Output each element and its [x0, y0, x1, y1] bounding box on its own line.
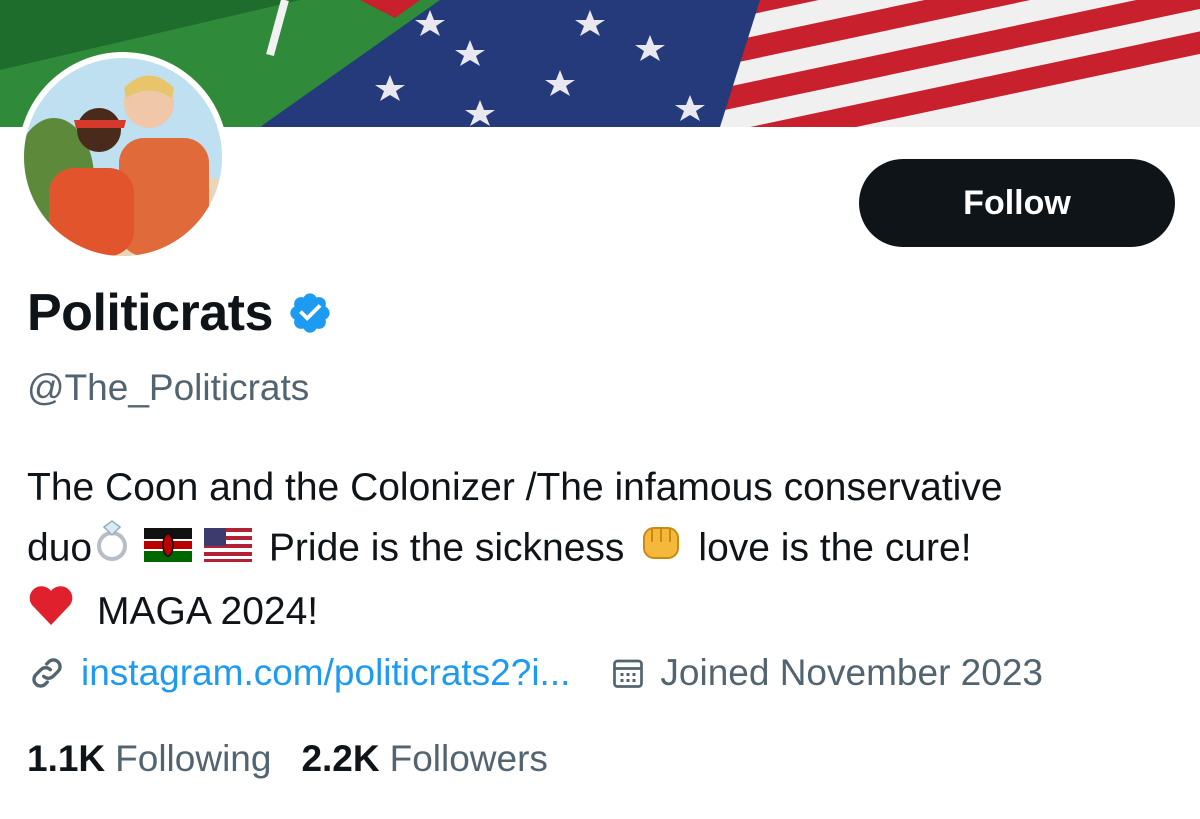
bio-text: Pride is the sickness	[268, 526, 625, 570]
following-label: Following	[115, 738, 272, 779]
website-link[interactable]: instagram.com/politicrats2?i...	[81, 652, 570, 694]
raised-fist-icon	[638, 518, 684, 582]
followers-count: 2.2K	[301, 738, 380, 779]
profile-bio: The Coon and the Colonizer /The infamous…	[27, 458, 1177, 645]
bio-text: love is the cure!	[698, 526, 972, 570]
calendar-icon	[610, 655, 646, 691]
joined-text: Joined November 2023	[660, 652, 1043, 693]
us-flag-icon	[204, 520, 253, 580]
bio-text: The Coon and the Colonizer /The infamous…	[27, 466, 1003, 509]
follow-button[interactable]: Follow	[859, 159, 1175, 247]
following-link[interactable]: 1.1K Following	[27, 738, 271, 780]
bio-line: The Coon and the Colonizer /The infamous…	[27, 458, 1177, 518]
ring-icon	[92, 519, 132, 581]
following-count: 1.1K	[27, 738, 106, 779]
kenya-flag-icon	[144, 520, 193, 580]
bio-text: MAGA 2024!	[97, 590, 319, 633]
profile-handle: @The_Politicrats	[27, 367, 310, 408]
joined-date: Joined November 2023	[610, 652, 1043, 694]
link-icon	[27, 653, 67, 693]
profile-stats-row: 1.1K Following 2.2K Followers	[27, 738, 578, 780]
red-heart-icon	[27, 583, 75, 645]
profile-meta-row: instagram.com/politicrats2?i... Joined N…	[27, 652, 1043, 694]
profile-avatar[interactable]	[18, 52, 228, 262]
verified-badge-icon[interactable]	[287, 290, 333, 336]
followers-link[interactable]: 2.2K Followers	[301, 738, 547, 780]
bio-line: duo Pride is the sickness love is the cu…	[27, 518, 1177, 582]
avatar-image	[24, 58, 222, 256]
followers-label: Followers	[389, 738, 548, 779]
display-name: Politicrats	[27, 284, 273, 342]
profile-name-row: Politicrats	[27, 283, 333, 343]
bio-text: duo	[27, 526, 93, 570]
bio-line: MAGA 2024!	[27, 582, 1177, 645]
